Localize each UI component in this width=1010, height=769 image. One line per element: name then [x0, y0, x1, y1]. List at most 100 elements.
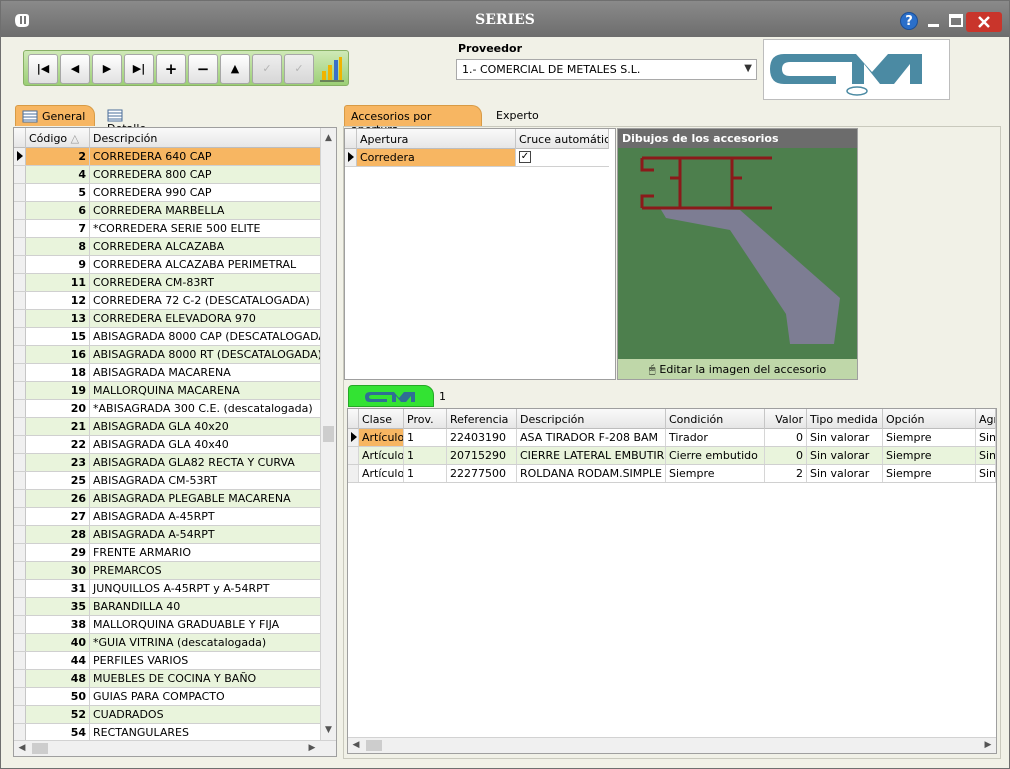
series-description: CORREDERA ELEVADORA 970 — [90, 310, 321, 327]
table-row[interactable]: 30 PREMARCOS — [14, 562, 321, 580]
edit-record-button[interactable]: ▲ — [220, 54, 250, 84]
column-header-apertura[interactable]: Apertura — [357, 129, 516, 149]
table-row[interactable]: 6 CORREDERA MARBELLA — [14, 202, 321, 220]
table-row[interactable]: Artículo 1 22277500 ROLDANA RODAM.SIMPLE ..… — [348, 465, 996, 483]
scroll-up-icon[interactable]: ▲ — [321, 130, 336, 146]
table-row[interactable]: 7 *CORREDERA SERIE 500 ELITE — [14, 220, 321, 238]
series-vertical-scrollbar[interactable]: ▲ ▼ — [320, 128, 336, 740]
maximize-button[interactable] — [947, 12, 965, 30]
table-row[interactable]: 35 BARANDILLA 40 — [14, 598, 321, 616]
table-row[interactable]: 27 ABISAGRADA A-45RPT — [14, 508, 321, 526]
prev-record-button[interactable]: ◀ — [60, 54, 90, 84]
table-row[interactable]: 20 *ABISAGRADA 300 C.E. (descatalogada) — [14, 400, 321, 418]
chart-icon[interactable] — [319, 55, 345, 83]
table-row[interactable]: 8 CORREDERA ALCAZABA — [14, 238, 321, 256]
accessories-horizontal-scrollbar[interactable]: ◀ ▶ — [348, 737, 996, 753]
close-button[interactable] — [966, 12, 1002, 32]
cell-valor: 0 — [765, 429, 807, 446]
column-header-condicion[interactable]: Condición — [666, 409, 765, 429]
proveedor-select[interactable]: 1.- COMERCIAL DE METALES S.L. ▼ — [456, 59, 757, 80]
table-row[interactable]: 11 CORREDERA CM-83RT — [14, 274, 321, 292]
table-row[interactable]: Artículo 1 22403190 ASA TIRADOR F-208 BAM Ti… — [348, 429, 996, 447]
table-row[interactable]: 2 CORREDERA 640 CAP — [14, 148, 321, 166]
drawing-title: Dibujos de los accesorios — [618, 129, 857, 148]
scroll-right-icon[interactable]: ▶ — [304, 741, 320, 756]
supplier-logo — [763, 39, 950, 100]
tab-general[interactable]: General — [15, 105, 95, 126]
table-row[interactable]: 25 ABISAGRADA CM-53RT — [14, 472, 321, 490]
edit-image-button[interactable]: 🖱 Editar la imagen del accesorio — [618, 359, 857, 379]
scroll-left-icon[interactable]: ◀ — [348, 738, 364, 753]
cell-condicion: Siempre — [666, 465, 765, 482]
table-row[interactable]: 28 ABISAGRADA A-54RPT — [14, 526, 321, 544]
column-header-tipo-medida[interactable]: Tipo medida — [807, 409, 883, 429]
table-row[interactable]: 40 *GUIA VITRINA (descatalogada) — [14, 634, 321, 652]
column-header-clase[interactable]: Clase — [359, 409, 404, 429]
column-header-cruce-automatico[interactable]: Cruce automático — [516, 129, 609, 149]
delete-record-button[interactable]: − — [188, 54, 218, 84]
chevron-down-icon[interactable]: ▼ — [744, 63, 752, 74]
table-row[interactable]: 29 FRENTE ARMARIO — [14, 544, 321, 562]
column-header-prov[interactable]: Prov. — [404, 409, 447, 429]
scroll-down-icon[interactable]: ▼ — [321, 722, 336, 738]
cell-opcion: Siempre — [883, 429, 976, 446]
series-code: 38 — [26, 616, 90, 633]
aperture-row[interactable]: Corredera ✓ — [345, 149, 609, 167]
series-code: 52 — [26, 706, 90, 723]
table-row[interactable]: 18 ABISAGRADA MACARENA — [14, 364, 321, 382]
cancel-button[interactable]: ✓ — [284, 54, 314, 84]
cell-descripcion: ASA TIRADOR F-208 BAM — [517, 429, 666, 446]
tab-experto[interactable]: Experto — [490, 105, 550, 126]
cell-prov: 1 — [404, 447, 447, 464]
tab-accesorios-por-apertura[interactable]: Accesorios por apertura — [344, 105, 482, 136]
series-description: ABISAGRADA PLEGABLE MACARENA — [90, 490, 321, 507]
table-row[interactable]: 16 ABISAGRADA 8000 RT (DESCATALOGADA) — [14, 346, 321, 364]
table-row[interactable]: 31 JUNQUILLOS A-45RPT y A-54RPT — [14, 580, 321, 598]
hscroll-thumb[interactable] — [366, 740, 382, 751]
column-header-descripcion[interactable]: Descripción — [90, 128, 321, 148]
series-grid: Código △ Descripción 2 CORREDERA 640 CAP 4… — [13, 127, 337, 757]
table-row[interactable]: 5 CORREDERA 990 CAP — [14, 184, 321, 202]
series-description: MALLORQUINA MACARENA — [90, 382, 321, 399]
series-horizontal-scrollbar[interactable]: ◀ ▶ — [14, 740, 336, 756]
table-row[interactable]: 12 CORREDERA 72 C-2 (DESCATALOGADA) — [14, 292, 321, 310]
tab-detalle[interactable]: Detalle — [101, 105, 171, 135]
table-row[interactable]: 9 CORREDERA ALCAZABA PERIMETRAL — [14, 256, 321, 274]
scroll-thumb[interactable] — [323, 426, 334, 442]
table-row[interactable]: 21 ABISAGRADA GLA 40x20 — [14, 418, 321, 436]
table-row[interactable]: 15 ABISAGRADA 8000 CAP (DESCATALOGADA) — [14, 328, 321, 346]
column-header-descripcion[interactable]: Descripción — [517, 409, 666, 429]
table-row[interactable]: 44 PERFILES VARIOS — [14, 652, 321, 670]
first-record-button[interactable]: |◀ — [28, 54, 58, 84]
scroll-right-icon[interactable]: ▶ — [980, 738, 996, 753]
accessories-supplier-tab[interactable]: 1 — [348, 385, 446, 407]
last-record-button[interactable]: ▶| — [124, 54, 154, 84]
column-header-referencia[interactable]: Referencia — [447, 409, 517, 429]
table-row[interactable]: 38 MALLORQUINA GRADUABLE Y FIJA — [14, 616, 321, 634]
table-row[interactable]: 48 MUEBLES DE COCINA Y BAÑO — [14, 670, 321, 688]
table-row[interactable]: 23 ABISAGRADA GLA82 RECTA Y CURVA — [14, 454, 321, 472]
column-header-opcion[interactable]: Opción — [883, 409, 976, 429]
table-row[interactable]: 19 MALLORQUINA MACARENA — [14, 382, 321, 400]
help-button[interactable]: ? — [900, 12, 918, 30]
series-description: CORREDERA CM-83RT — [90, 274, 321, 291]
confirm-button[interactable]: ✓ — [252, 54, 282, 84]
cell-tipo-medida: Sin valorar — [807, 447, 883, 464]
scroll-left-icon[interactable]: ◀ — [14, 741, 30, 756]
table-row[interactable]: 52 CUADRADOS — [14, 706, 321, 724]
table-row[interactable]: 26 ABISAGRADA PLEGABLE MACARENA — [14, 490, 321, 508]
cruce-automatico-checkbox[interactable]: ✓ — [519, 151, 531, 163]
table-row[interactable]: 22 ABISAGRADA GLA 40x40 — [14, 436, 321, 454]
add-record-button[interactable]: + — [156, 54, 186, 84]
minimize-button[interactable] — [925, 12, 943, 30]
column-header-codigo[interactable]: Código △ — [26, 128, 90, 148]
column-header-valor[interactable]: Valor — [765, 409, 807, 429]
table-row[interactable]: 50 GUIAS PARA COMPACTO — [14, 688, 321, 706]
table-row[interactable]: Artículo 1 20715290 CIERRE LATERAL EMBUTIR.… — [348, 447, 996, 465]
column-header-agr[interactable]: Agr — [976, 409, 996, 429]
table-row[interactable]: 4 CORREDERA 800 CAP — [14, 166, 321, 184]
hscroll-thumb[interactable] — [32, 743, 48, 754]
next-record-button[interactable]: ▶ — [92, 54, 122, 84]
aperture-cell: Corredera — [357, 149, 516, 166]
table-row[interactable]: 13 CORREDERA ELEVADORA 970 — [14, 310, 321, 328]
